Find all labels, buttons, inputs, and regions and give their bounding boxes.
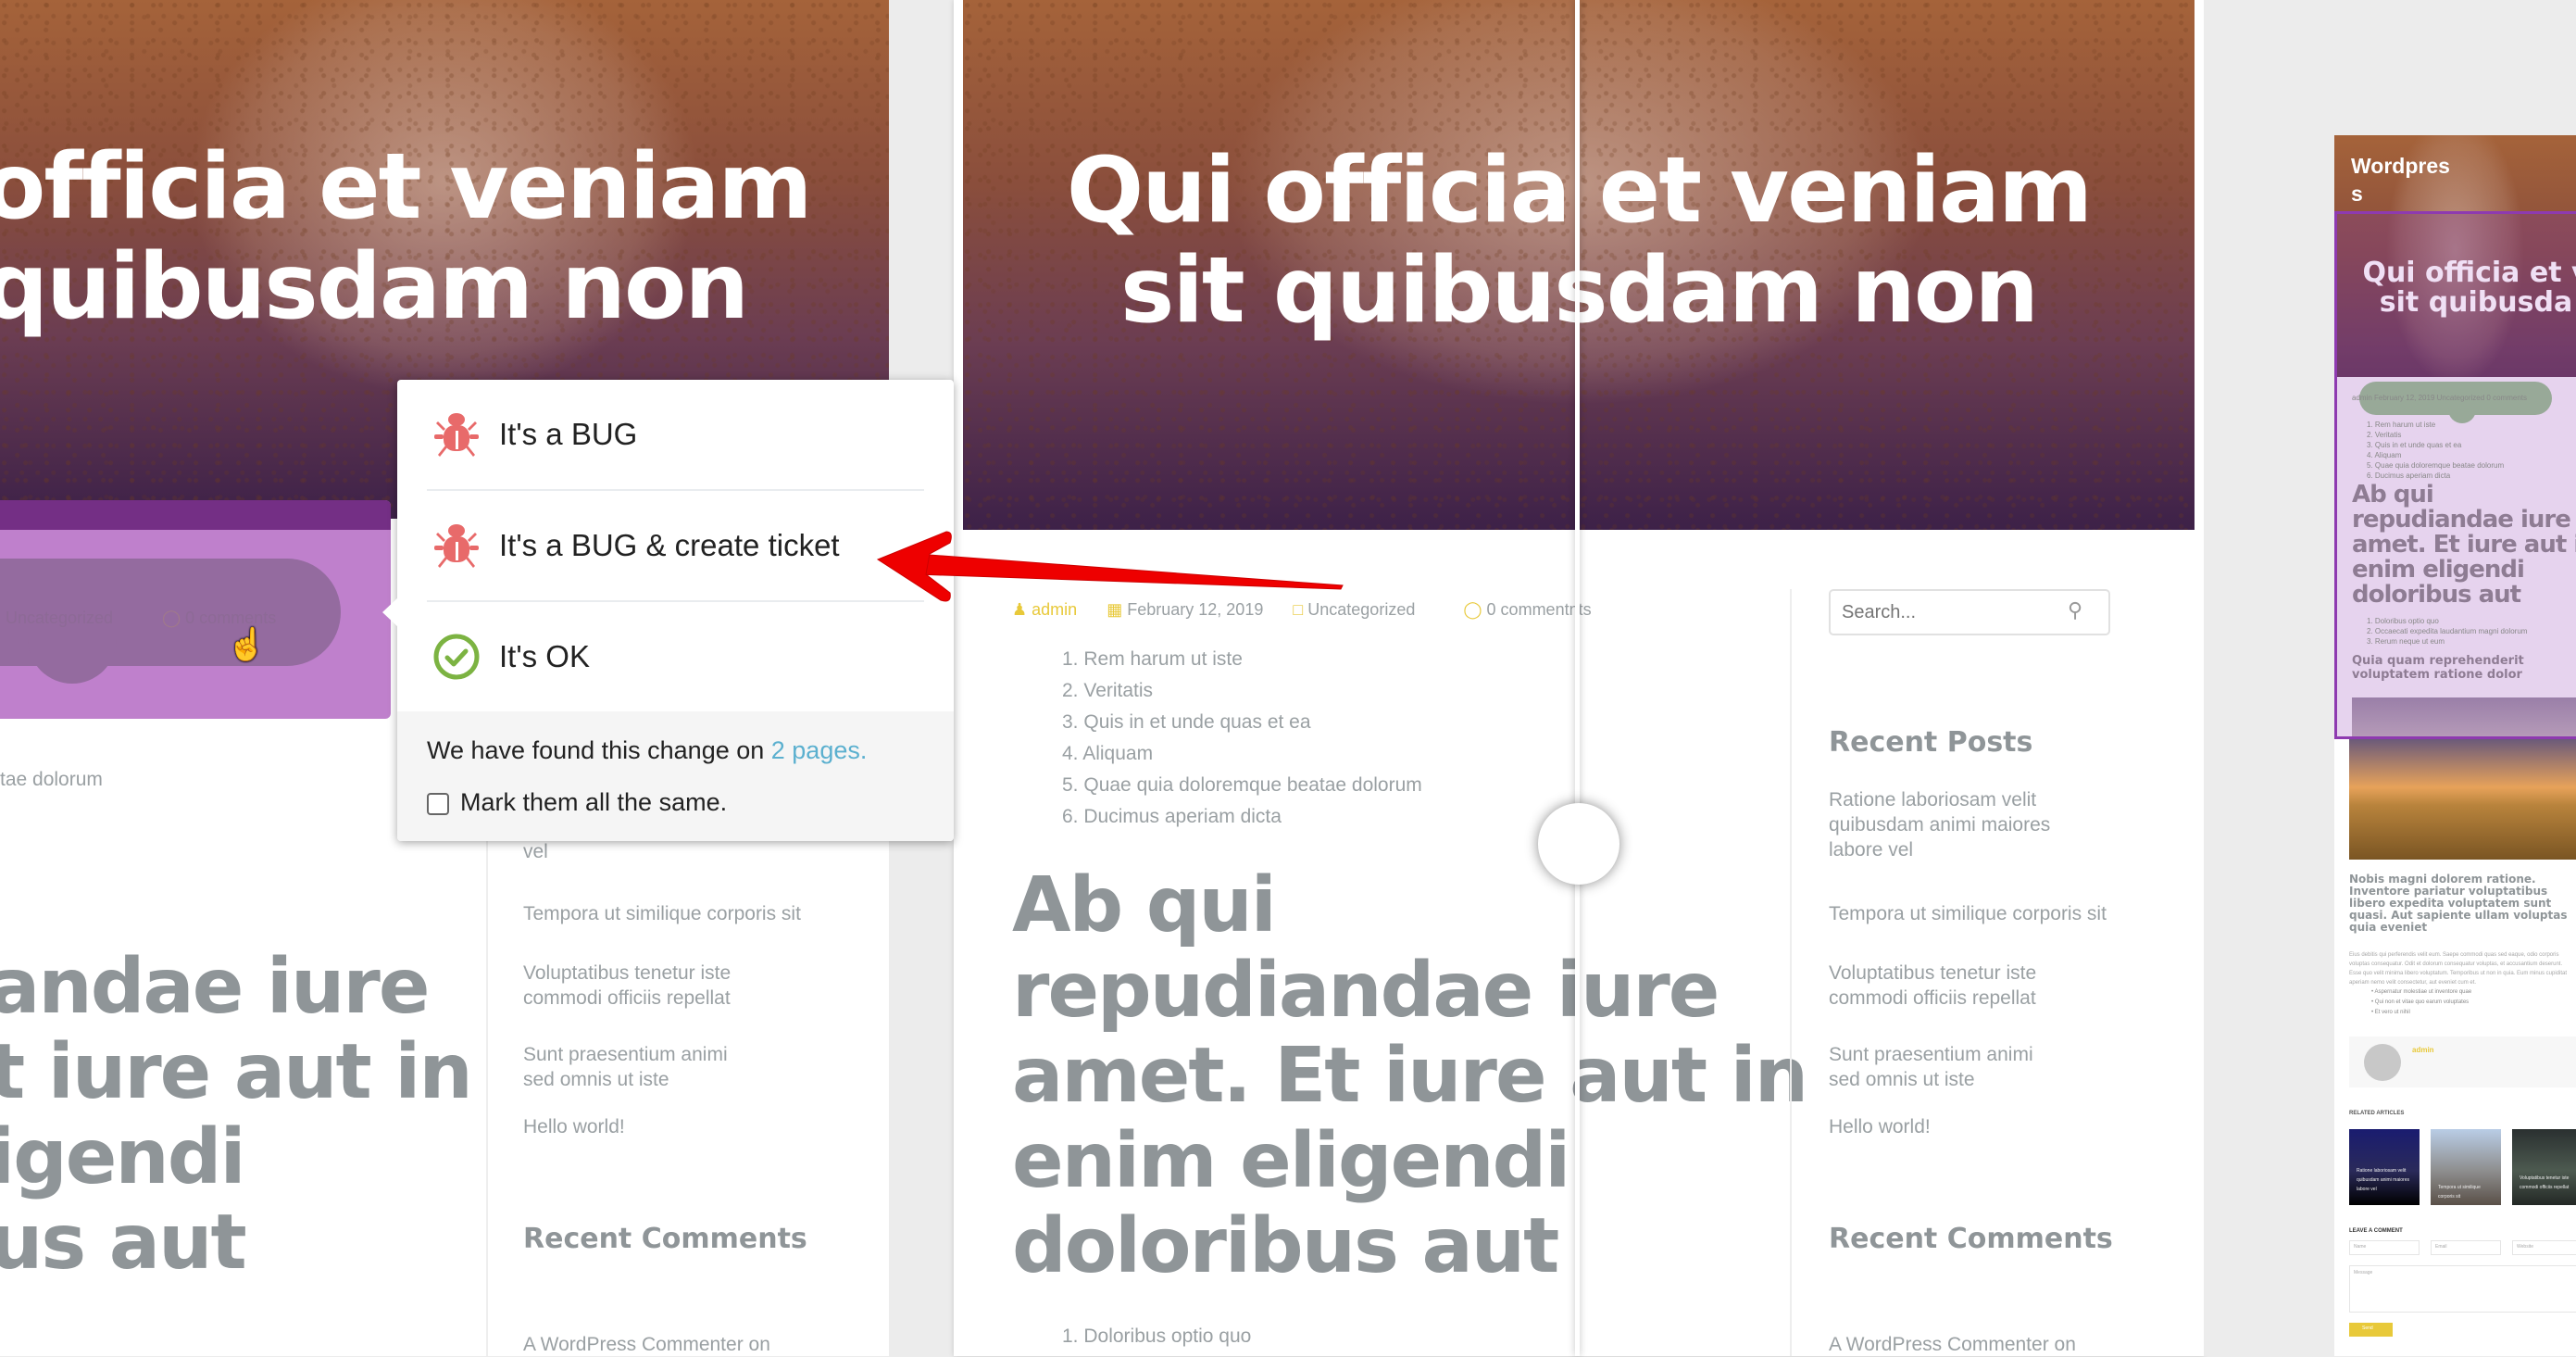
folder-icon: □	[1293, 600, 1304, 619]
check-circle-icon	[432, 633, 481, 681]
bug-icon	[432, 521, 481, 570]
thumb-name-field[interactable]: Name	[2349, 1240, 2420, 1255]
mark-bug-create-ticket-label: It's a BUG & create ticket	[499, 528, 840, 562]
thumb-comment-title: LEAVE A COMMENT	[2349, 1228, 2403, 1234]
thumb-meta: admin February 12, 2019 Uncategorized 0 …	[2352, 394, 2527, 402]
thumb-website-field[interactable]: Website	[2512, 1240, 2576, 1255]
sidebar-post-link[interactable]: Hello world!	[1829, 1114, 1931, 1139]
popup-footer: We have found this change on 2 pages. Ma…	[397, 711, 954, 841]
change-highlight-region[interactable]: Uncategorized ◯ 0 comments ☝	[0, 500, 391, 719]
sidebar-post-link[interactable]: vel	[523, 839, 548, 864]
thumb-related-card[interactable]: Ratione laboriosam velit quibusdam animi…	[2349, 1129, 2420, 1205]
mark-all-same-checkbox[interactable]	[427, 792, 449, 815]
change-review-popup: It's a BUG It's a BUG & create ticket It…	[397, 380, 954, 841]
search-box[interactable]: ⚲	[1829, 589, 2110, 635]
list-item: 1. Rem harum ut iste	[1062, 648, 1243, 670]
sidebar-post-link[interactable]: Voluptatibus tenetur iste commodi offici…	[523, 961, 745, 1011]
page-thumbnail[interactable]: Wordpres s Qui officia et v sit quibusda…	[2334, 135, 2576, 1356]
list-item: 1. Doloribus optio quo	[1062, 1326, 1252, 1347]
popup-pointer	[382, 597, 398, 627]
thumb-send-button[interactable]: Send	[2349, 1323, 2393, 1337]
recent-comment-link[interactable]: A WordPress Commenter on	[523, 1332, 770, 1357]
hand-cursor-icon: ☝	[227, 627, 267, 662]
left-list-tail: tae dolorum	[0, 769, 103, 790]
left-meta-comments[interactable]: 0 comments	[185, 609, 276, 627]
search-icon[interactable]: ⚲	[2068, 598, 2082, 622]
sidebar-post-link[interactable]: Sunt praesentium animi sed omnis ut iste	[1829, 1042, 2070, 1092]
thumb-list-2: 1. Doloribus optio quo 2. Occaecati exped…	[2367, 617, 2528, 646]
thumb-hero-title: Qui officia et v sit quibusda	[2362, 257, 2576, 319]
left-post-heading: andae iure t iure aut in igendi us aut	[0, 943, 473, 1287]
sidebar-post-link[interactable]: Tempora ut similique corporis sit	[523, 901, 801, 926]
list-item: 4. Aliquam	[1062, 743, 1154, 764]
meta-author[interactable]: admin	[1032, 600, 1077, 619]
recent-comments-heading: Recent Comments	[1829, 1223, 2113, 1255]
thumb-related-title: RELATED ARTICLES	[2349, 1111, 2405, 1116]
thumb-heading: Ab qui repudiandae iure amet. Et iure aut …	[2352, 481, 2576, 609]
thumbnail-panel: Wordpres s Qui officia et v sit quibusda…	[2204, 0, 2576, 1356]
list-item: 3. Quis in et unde quas et ea	[1062, 711, 1311, 733]
thumb-site-title: Wordpres s	[2351, 154, 2450, 206]
left-meta-category: Uncategorized	[6, 609, 114, 627]
sidebar-post-link[interactable]: Voluptatibus tenetur iste commodi offici…	[1829, 961, 2051, 1011]
mark-bug-option[interactable]: It's a BUG	[397, 380, 954, 489]
ordered-list: 1. Rem harum ut iste 2. Veritatis 3. Qui…	[1062, 644, 1422, 833]
user-icon: ♟	[1012, 600, 1028, 619]
thumb-bullets: • Aspernatur molestiae ut inventore quae…	[2371, 989, 2472, 1015]
mark-bug-label: It's a BUG	[499, 417, 638, 451]
calendar-icon: ▦	[1107, 600, 1123, 619]
thumb-author-name[interactable]: admin	[2412, 1046, 2434, 1054]
thumb-subheading: Quia quam reprehenderit voluptatem ratio…	[2352, 654, 2524, 682]
recent-comments-heading: Recent Comments	[523, 1223, 807, 1255]
recent-posts-heading: Recent Posts	[1829, 726, 2033, 759]
list-item: 6. Ducimus aperiam dicta	[1062, 806, 1282, 827]
found-pages-link[interactable]: 2 pages.	[771, 736, 868, 764]
avatar	[2364, 1044, 2401, 1081]
middle-sidebar: ⚲ Recent Posts Ratione laboriosam velit …	[1790, 589, 2179, 1356]
thumb-author-box: admin	[2349, 1037, 2576, 1087]
meta-comments-diff-ghost: nts	[1569, 600, 1592, 619]
search-input[interactable]	[1842, 600, 2055, 624]
found-change-text: We have found this change on	[427, 736, 771, 764]
thumb-related-card[interactable]: Voluptatibus tenetur iste commodi offici…	[2512, 1129, 2576, 1205]
thumb-article-image	[2349, 739, 2576, 860]
comment-icon: ◯	[1463, 600, 1482, 619]
thumb-related-card[interactable]: Tempora ut similique corporis sit	[2431, 1129, 2501, 1205]
recent-comment-link[interactable]: A WordPress Commenter on	[1829, 1332, 2076, 1357]
sidebar-post-link[interactable]: Tempora ut similique corporis sit	[1829, 901, 2107, 926]
comparison-split-line[interactable]	[1575, 0, 1580, 1356]
thumb-article-title: Nobis magni dolorem ratione. Inventore p…	[2349, 873, 2568, 934]
bug-icon	[432, 410, 481, 459]
list-item: 5. Quae quia doloremque beatae dolorum	[1062, 774, 1422, 796]
sidebar-post-link[interactable]: Hello world!	[523, 1114, 625, 1139]
mark-all-same-row[interactable]: Mark them all the same.	[427, 784, 924, 821]
mark-all-same-label: Mark them all the same.	[460, 788, 728, 816]
annotation-arrow	[876, 531, 1344, 602]
comparison-slider-handle[interactable]	[1538, 803, 1619, 885]
thumb-message-field[interactable]: Message	[2349, 1265, 2576, 1313]
thumb-article-body: Eius debitis qui perferendis velit eum. …	[2349, 952, 2568, 986]
thumb-email-field[interactable]: Email	[2431, 1240, 2501, 1255]
left-hero-title: officia et veniam quibusdam non	[0, 134, 813, 340]
comment-icon: ◯	[162, 609, 181, 627]
mark-ok-label: It's OK	[499, 639, 590, 673]
thumb-change-highlight[interactable]: Qui officia et v sit quibusda admin Febr…	[2334, 211, 2576, 739]
sidebar-post-link[interactable]: Ratione laboriosam velit quibusdam animi…	[1829, 787, 2107, 862]
meta-date[interactable]: February 12, 2019	[1127, 600, 1263, 619]
list-item: 2. Veritatis	[1062, 680, 1154, 701]
thumb-list: 1. Rem harum ut iste 2. Veritatis 3. Quis …	[2367, 421, 2505, 480]
meta-category[interactable]: Uncategorized	[1307, 600, 1415, 619]
sidebar-post-link[interactable]: Sunt praesentium animi sed omnis ut iste	[523, 1042, 764, 1092]
meta-comments[interactable]: 0 comment	[1487, 600, 1569, 619]
post-meta: ♟ admin ▦ February 12, 2019 □ Uncategori…	[1012, 600, 1592, 620]
post-heading: Ab qui repudiandae iure amet. Et iure au…	[1012, 861, 1808, 1290]
left-sidebar: vel Tempora ut similique corporis sit Vo…	[486, 815, 894, 1356]
arrow-shaft	[916, 553, 1344, 590]
mark-ok-option[interactable]: It's OK	[397, 602, 954, 711]
